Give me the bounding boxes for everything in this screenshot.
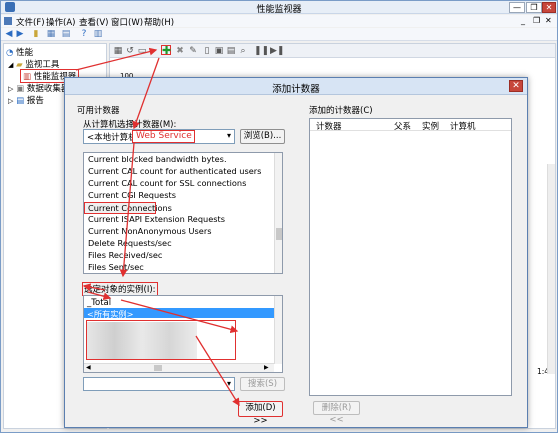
annotation-arrows <box>75 47 240 407</box>
arrow-list-to-add <box>195 335 240 407</box>
arrow-object-to-counter <box>119 142 135 278</box>
arrow-tree-to-add <box>75 47 158 71</box>
arrow-counter-to-instances <box>82 283 106 292</box>
arrow-instances-to-all <box>87 291 112 301</box>
arrow-add-to-object <box>132 57 160 130</box>
arrow-all-to-list <box>120 299 239 334</box>
